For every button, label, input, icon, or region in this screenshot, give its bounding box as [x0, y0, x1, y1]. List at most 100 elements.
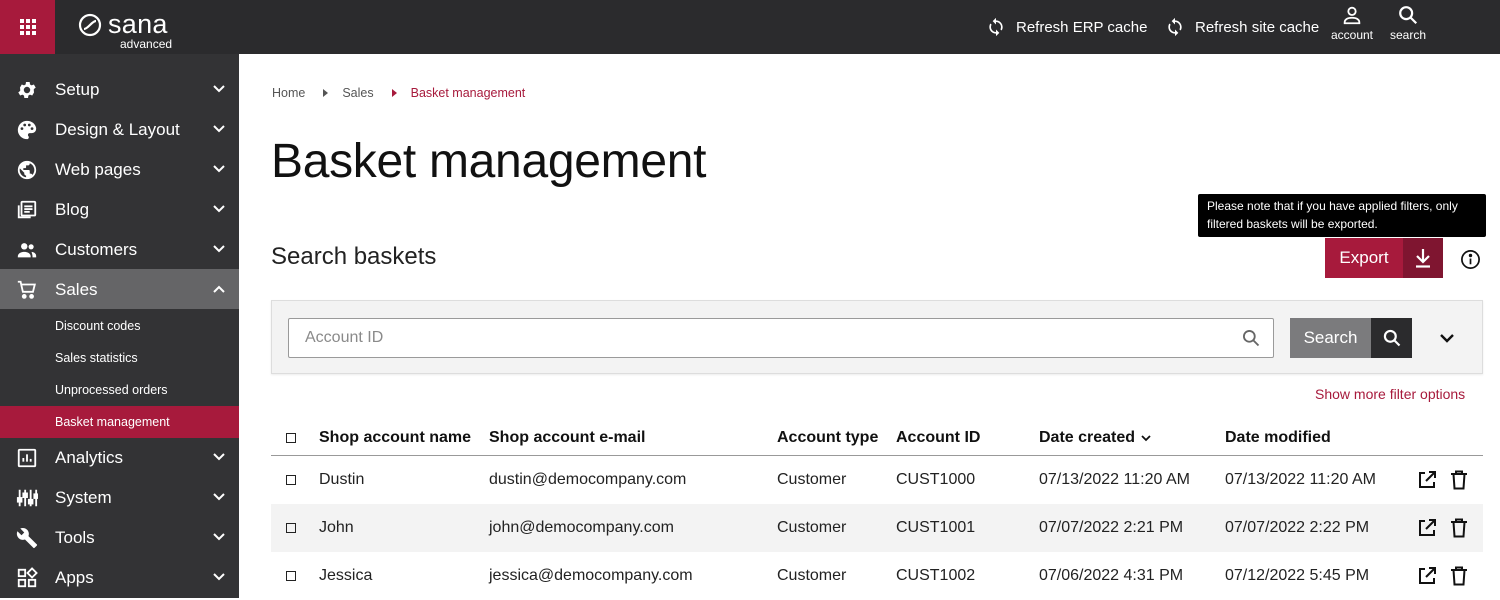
info-icon[interactable]	[1460, 249, 1481, 270]
sidebar-subitem-sales-statistics[interactable]: Sales statistics	[0, 342, 239, 374]
refresh-icon	[1168, 17, 1182, 37]
row-checkbox[interactable]	[286, 523, 296, 533]
sidebar-item-web-pages[interactable]: Web pages	[0, 149, 239, 189]
search-icon	[1399, 6, 1418, 25]
sidebar-item-label: Setup	[55, 80, 100, 99]
sidebar-subitem-unprocessed-orders[interactable]: Unprocessed orders	[0, 374, 239, 406]
column-header-account-type[interactable]: Account type	[777, 429, 878, 447]
app-launcher-button[interactable]	[0, 0, 55, 54]
sidebar-item-system[interactable]: System	[0, 477, 239, 517]
column-header-shop-account-name[interactable]: Shop account name	[319, 429, 471, 447]
column-header-account-id[interactable]: Account ID	[896, 429, 980, 447]
refresh-site-cache-button[interactable]: Refresh site cache	[1165, 0, 1319, 54]
account-button[interactable]: account	[1329, 4, 1375, 50]
sidebar-subitem-label: Unprocessed orders	[55, 383, 168, 397]
sidebar-item-setup[interactable]: Setup	[0, 69, 239, 109]
blog-icon	[17, 200, 37, 219]
sidebar-item-design-layout[interactable]: Design & Layout	[0, 109, 239, 149]
global-search-button[interactable]: search	[1388, 4, 1428, 50]
top-bar: sana advanced Refresh ERP cache Refresh …	[0, 0, 1500, 54]
trash-icon[interactable]	[1450, 566, 1468, 586]
globe-icon	[17, 160, 37, 180]
search-panel: Search	[271, 300, 1483, 374]
column-header-date-modified[interactable]: Date modified	[1225, 429, 1331, 447]
export-tooltip: Please note that if you have applied fil…	[1198, 194, 1486, 237]
show-more-filters-link[interactable]: Show more filter options	[1315, 386, 1465, 402]
cell-account-type: Customer	[777, 471, 847, 488]
sidebar-subitem-label: Sales statistics	[55, 351, 138, 365]
cell-account-type: Customer	[777, 519, 847, 536]
chevron-down-icon[interactable]	[1437, 328, 1457, 348]
trash-icon[interactable]	[1450, 518, 1468, 538]
sidebar-item-sales[interactable]: Sales	[0, 269, 239, 309]
sana-logo-mark-icon	[78, 13, 102, 37]
account-id-field	[288, 318, 1274, 358]
export-button-label: Export	[1339, 248, 1389, 267]
sidebar-item-apps[interactable]: Apps	[0, 557, 239, 597]
people-icon	[17, 243, 37, 258]
search-icon	[1243, 330, 1260, 347]
export-button[interactable]: Export	[1325, 238, 1443, 278]
cart-icon	[17, 280, 36, 299]
search-icon	[1383, 329, 1400, 347]
breadcrumb: Home Sales Basket management	[272, 86, 525, 100]
cell-date-modified: 07/12/2022 5:45 PM	[1225, 567, 1370, 584]
sidebar-subitem-discount-codes[interactable]: Discount codes	[0, 310, 239, 342]
cell-date-created: 07/07/2022 2:21 PM	[1039, 519, 1184, 536]
chevron-down-icon	[213, 85, 225, 93]
open-external-icon[interactable]	[1417, 518, 1437, 538]
table-row: Jessica jessica@democompany.com Customer…	[271, 552, 1483, 600]
column-header-date-created[interactable]: Date created	[1039, 429, 1151, 447]
sana-logo[interactable]: sana advanced	[78, 8, 178, 51]
sidebar-item-blog[interactable]: Blog	[0, 189, 239, 229]
analytics-icon	[17, 448, 37, 468]
cell-account-id: CUST1002	[896, 567, 976, 584]
open-external-icon[interactable]	[1417, 470, 1437, 490]
chevron-down-icon	[213, 165, 225, 173]
gear-icon	[18, 82, 36, 98]
row-checkbox[interactable]	[286, 475, 296, 485]
table-row: Dustin dustin@democompany.com Customer C…	[271, 456, 1483, 504]
sidebar-item-analytics[interactable]: Analytics	[0, 437, 239, 477]
cell-shop-account-email: john@democompany.com	[489, 519, 674, 536]
column-header-shop-account-email[interactable]: Shop account e-mail	[489, 429, 645, 447]
account-id-input[interactable]	[289, 319, 1235, 357]
caret-right-icon	[391, 89, 397, 97]
sidebar-item-label: Blog	[55, 200, 90, 219]
refresh-erp-cache-button[interactable]: Refresh ERP cache	[986, 0, 1147, 54]
chevron-down-icon	[213, 533, 225, 541]
sidebar-item-customers[interactable]: Customers	[0, 229, 239, 269]
account-label: account	[1330, 28, 1374, 42]
chevron-down-icon	[213, 493, 225, 501]
person-icon	[1343, 6, 1361, 25]
cell-date-created: 07/13/2022 11:20 AM	[1039, 471, 1190, 488]
sidebar-item-label: Apps	[55, 568, 94, 587]
open-external-icon[interactable]	[1417, 566, 1437, 586]
breadcrumb-home[interactable]: Home	[272, 86, 305, 100]
row-checkbox[interactable]	[286, 571, 296, 581]
download-icon	[1416, 249, 1430, 268]
select-all-checkbox[interactable]	[286, 433, 296, 443]
search-button[interactable]: Search	[1290, 318, 1412, 358]
breadcrumb-sales[interactable]: Sales	[342, 86, 373, 100]
trash-icon[interactable]	[1450, 470, 1468, 490]
column-header-label: Date created	[1039, 429, 1136, 446]
page-title: Basket management	[271, 135, 707, 188]
sidebar-item-label: Web pages	[55, 160, 141, 179]
logo-edition: advanced	[120, 37, 173, 51]
refresh-icon	[989, 17, 1003, 37]
logo-wordmark: sana	[108, 9, 168, 39]
sidebar-item-label: Design & Layout	[55, 120, 180, 139]
sidebar-item-label: Analytics	[55, 448, 124, 467]
sidebar-item-label: System	[55, 488, 112, 507]
search-label: search	[1389, 28, 1427, 42]
sidebar-item-tools[interactable]: Tools	[0, 517, 239, 557]
cell-date-modified: 07/07/2022 2:22 PM	[1225, 519, 1370, 536]
sidebar-subitem-basket-management[interactable]: Basket management	[0, 406, 239, 438]
cell-shop-account-name: Jessica	[319, 567, 373, 584]
chevron-up-icon	[213, 285, 225, 293]
cell-shop-account-email: dustin@democompany.com	[489, 471, 687, 488]
refresh-site-cache-label: Refresh site cache	[1195, 18, 1320, 36]
palette-icon	[17, 120, 37, 140]
refresh-erp-cache-label: Refresh ERP cache	[1016, 18, 1148, 36]
